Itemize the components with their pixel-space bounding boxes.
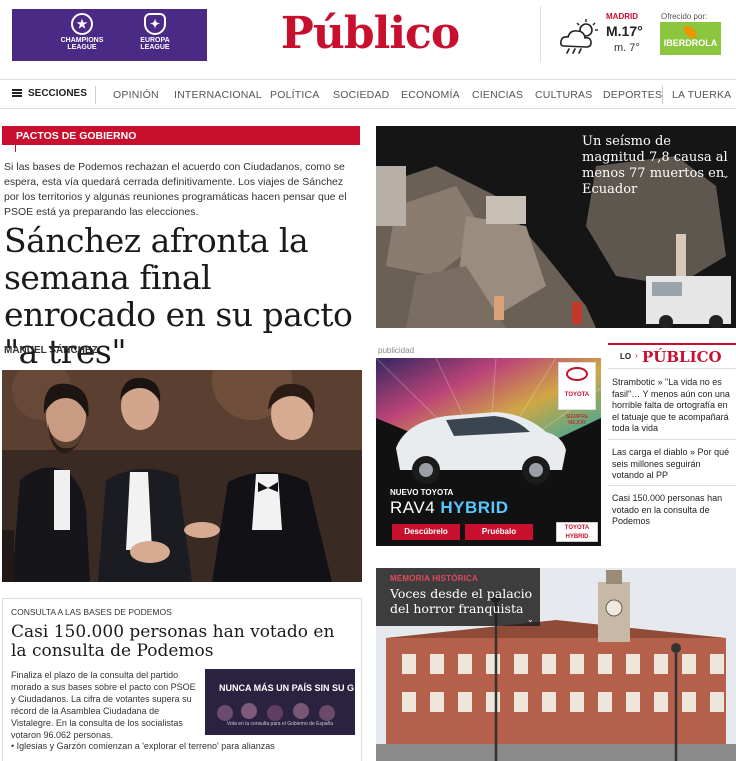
iberdrola-logo[interactable]: IBERDROLA [660,22,721,55]
champions-league-logo[interactable]: ★ CHAMPIONS LEAGUE [52,13,112,51]
sponsor-label: Ofrecido por: [661,12,708,21]
memoria-headline[interactable]: Voces desde el palacio del horror franqu… [390,586,536,616]
nav-item-internacional[interactable]: INTERNACIONAL [174,89,262,101]
lo-mas-publico-header: LO › PÚBLICO [608,343,736,369]
nav-item-politica[interactable]: POLÍTICA [270,89,319,101]
lo-logo: PÚBLICO [642,348,722,366]
crowd-graphic [217,703,335,721]
quake-story[interactable]: Un seísmo de magnitud 7,8 causa al menos… [376,126,736,328]
podemos-story-box: CONSULTA A LAS BASES DE PODEMOS Casi 150… [2,598,362,761]
ad-label: publicidad [378,346,415,355]
trophy-icon: ✦ [144,13,166,35]
toyota-ad[interactable]: TOYOTA SIEMPRE MEJOR NUEVO TOYOTA RAV4 H… [376,358,601,546]
nav-divider [95,86,96,104]
leaf-icon [684,26,696,38]
try-button[interactable]: Pruébalo [465,524,533,540]
nav-item-deportes[interactable]: DEPORTES [603,89,662,101]
hamburger-icon [12,89,22,97]
toyota-word: TOYOTA [564,392,590,398]
weather-city: MADRID [606,12,638,21]
nav-item-sociedad[interactable]: SOCIEDAD [333,89,389,101]
main-nav: SECCIONES OPINIÓN INTERNACIONAL POLÍTICA… [0,79,736,109]
story-image-text: NUNCA MÁS UN PAÍS SIN SU G [219,683,355,693]
lead-author[interactable]: MANUEL SÁNCHEZ [4,345,98,356]
toyota-emblem-icon [566,367,588,381]
nav-item-culturas[interactable]: CULTURAS [535,89,592,101]
sections-label: SECCIONES [28,88,87,99]
memoria-caption-box: MEMORIA HISTÓRICA Voces desde el palacio… [376,568,540,626]
related-link[interactable]: • Iglesias y Garzón comienzan a 'explora… [11,741,275,751]
ad-model: RAV4 HYBRID [390,498,509,518]
europa-label: EUROPA LEAGUE [140,37,170,51]
lo-mas-item[interactable]: Casi 150.000 personas han votado en la c… [612,493,734,528]
story-summary: Finaliza el plazo de la consulta del par… [11,670,196,740]
ad-model-name: RAV4 [390,498,436,517]
memoria-story[interactable]: MEMORIA HISTÓRICA Voces desde el palacio… [376,568,736,761]
weather-max-temp: M.17° [606,23,643,39]
story-title[interactable]: Casi 150.000 personas han votado en la c… [11,623,351,661]
champions-label: CHAMPIONS LEAGUE [60,37,104,51]
chevron-down-icon[interactable]: ⌄ [527,615,534,624]
nav-item-la-tuerka[interactable]: LA TUERKA [672,89,731,101]
ad-model-suffix: HYBRID [440,498,509,517]
chevron-down-icon[interactable]: ⌄ [722,170,730,181]
star-ball-icon: ★ [71,13,93,35]
lo-mas-divider [608,485,736,486]
story-image[interactable]: NUNCA MÁS UN PAÍS SIN SU G Vota en la co… [205,669,355,735]
tag-pointer [15,144,16,152]
sponsor-name: IBERDROLA [663,38,718,48]
story-tag[interactable]: CONSULTA A LAS BASES DE PODEMOS [11,607,172,617]
toyota-logo: TOYOTA [558,362,596,410]
lo-prefix: LO [620,352,632,361]
toyota-hybrid-badge: TOYOTA HYBRID [556,522,598,542]
section-tag[interactable]: PACTOS DE GOBIERNO [16,130,136,142]
site-logo[interactable]: Público [270,8,470,59]
lead-summary: Si las bases de Podemos rechazan el acue… [4,161,347,218]
nav-item-economia[interactable]: ECONOMÍA [401,89,460,101]
discover-button[interactable]: Descúbrelo [392,524,460,540]
story-image-caption: Vota en la consulta para el Gobierno de … [226,721,334,727]
sections-menu-button[interactable]: SECCIONES [12,88,87,99]
europa-league-logo[interactable]: ✦ EUROPA LEAGUE [125,13,185,51]
nav-item-ciencias[interactable]: CIENCIAS [472,89,523,101]
lo-mas-item[interactable]: Strambotic » "La vida no es fasil"… Y me… [612,377,734,435]
nav-item-opinion[interactable]: OPINIÓN [113,89,159,101]
lo-mas-item[interactable]: Las carga el diablo » Por qué seis millo… [612,447,734,482]
section-tag-bar[interactable]: PACTOS DE GOBIERNO [2,126,360,145]
lo-mas-divider [608,439,736,440]
related-link-text: Iglesias y Garzón comienzan a 'explorar … [16,741,275,751]
ad-slogan: SIEMPRE MEJOR [565,414,589,426]
chevron-right-icon: › [635,351,638,360]
weather-min-temp: m. 7° [614,42,640,54]
site-header: ★ CHAMPIONS LEAGUE ✦ EUROPA LEAGUE Públi… [0,0,736,78]
memoria-tag[interactable]: MEMORIA HISTÓRICA [390,574,478,583]
quake-headline[interactable]: Un seísmo de magnitud 7,8 causa al menos… [582,134,732,198]
lead-photo[interactable] [2,370,362,582]
ad-nuevo: NUEVO TOYOTA [390,488,454,497]
cloud-rain-sun-icon [560,19,598,54]
uefa-banner[interactable]: ★ CHAMPIONS LEAGUE ✦ EUROPA LEAGUE [12,9,207,61]
header-divider [540,6,541,62]
nav-divider [662,86,663,104]
